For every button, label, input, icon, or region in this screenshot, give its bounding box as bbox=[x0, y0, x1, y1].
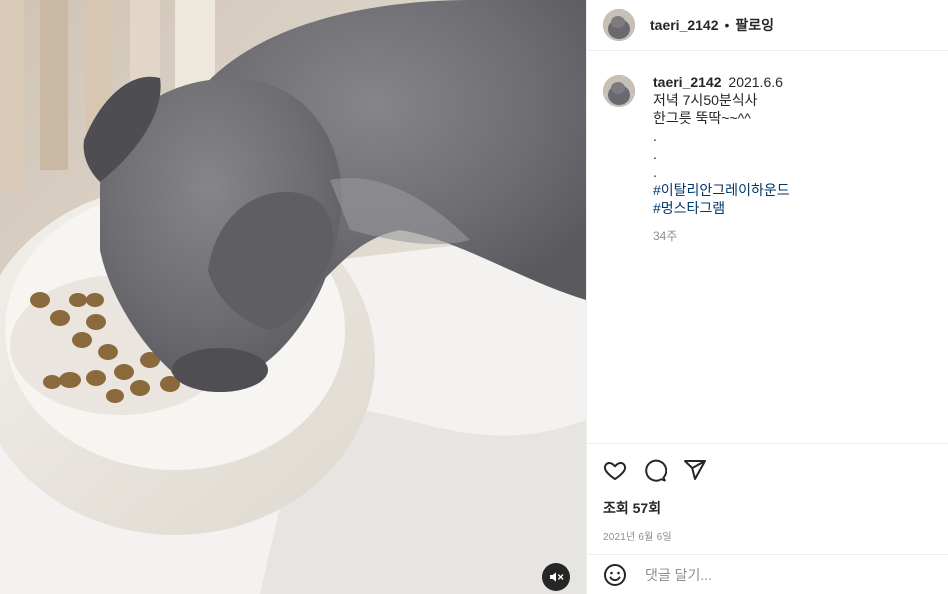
caption-line: . bbox=[653, 164, 657, 180]
hashtag-link[interactable]: #이탈리안그레이하운드 bbox=[653, 181, 790, 199]
caption-line: . bbox=[653, 128, 657, 144]
comment-composer bbox=[587, 554, 948, 594]
heart-icon[interactable] bbox=[603, 458, 627, 482]
caption-username[interactable]: taeri_2142 bbox=[653, 74, 722, 90]
caption-line: . bbox=[653, 146, 657, 162]
caption-body: taeri_2142 2021.6.6 저녁 7시50분식사 한그릇 뚝딱~~^… bbox=[653, 73, 790, 245]
hashtag-link[interactable]: #멍스타그램 bbox=[653, 199, 790, 217]
emoji-icon[interactable] bbox=[603, 563, 627, 587]
mute-button[interactable] bbox=[542, 563, 570, 591]
header-separator: • bbox=[724, 17, 730, 33]
caption-line: 저녁 7시50분식사 bbox=[653, 92, 758, 108]
post-modal: taeri_2142 • 팔로잉 taeri_2142 2021.6.6 저녁 … bbox=[0, 0, 948, 594]
post-date: 2021년 6월 6일 bbox=[603, 532, 672, 543]
avatar[interactable] bbox=[603, 9, 635, 41]
avatar-image bbox=[603, 9, 635, 41]
caption-comment: taeri_2142 2021.6.6 저녁 7시50분식사 한그릇 뚝딱~~^… bbox=[587, 51, 948, 245]
caption-age: 34주 bbox=[653, 229, 678, 243]
header-username[interactable]: taeri_2142 bbox=[650, 17, 719, 33]
send-icon[interactable] bbox=[683, 458, 707, 482]
post-actions-section: 조회 57회 2021년 6월 6일 bbox=[587, 443, 948, 543]
caption-avatar[interactable] bbox=[603, 75, 635, 107]
post-header: taeri_2142 • 팔로잉 bbox=[587, 0, 948, 51]
post-video[interactable] bbox=[0, 0, 586, 594]
avatar-image bbox=[603, 75, 635, 107]
post-side-panel: taeri_2142 • 팔로잉 taeri_2142 2021.6.6 저녁 … bbox=[586, 0, 948, 594]
following-button[interactable]: 팔로잉 bbox=[735, 15, 774, 35]
action-bar bbox=[587, 444, 948, 482]
comment-icon[interactable] bbox=[643, 458, 667, 482]
video-frame-puppy-eating bbox=[0, 0, 586, 594]
caption-date: 2021.6.6 bbox=[728, 74, 783, 90]
comment-input[interactable] bbox=[643, 565, 907, 584]
view-count[interactable]: 조회 57회 bbox=[587, 482, 948, 518]
caption-line: 한그릇 뚝딱~~^^ bbox=[653, 110, 751, 126]
muted-speaker-icon bbox=[550, 572, 564, 582]
